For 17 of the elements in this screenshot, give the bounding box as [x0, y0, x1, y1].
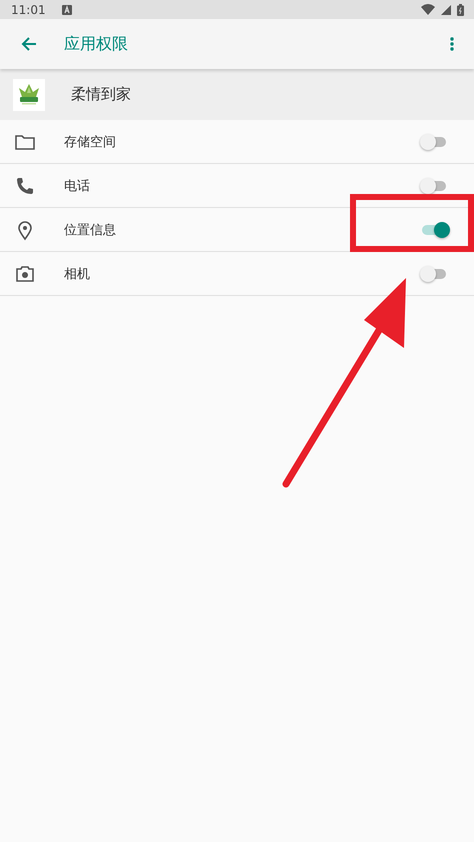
screen-title: 应用权限	[64, 34, 128, 54]
toggle-switch[interactable]	[420, 222, 448, 238]
toggle-switch[interactable]	[420, 266, 448, 282]
back-icon[interactable]	[21, 36, 37, 52]
permission-label: 位置信息	[64, 222, 116, 238]
battery-icon	[457, 4, 464, 16]
toggle-switch[interactable]	[420, 134, 448, 150]
wifi-icon	[421, 4, 435, 15]
signal-icon	[441, 4, 451, 14]
status-time: 11:01	[11, 2, 46, 16]
notification-icon	[62, 4, 72, 14]
permission-label: 电话	[64, 178, 90, 194]
permission-label: 相机	[64, 266, 90, 282]
app-name: 柔情到家	[71, 85, 131, 104]
more-menu-icon[interactable]	[450, 37, 454, 51]
permission-label: 存储空间	[64, 134, 116, 150]
toggle-switch[interactable]	[420, 178, 448, 194]
